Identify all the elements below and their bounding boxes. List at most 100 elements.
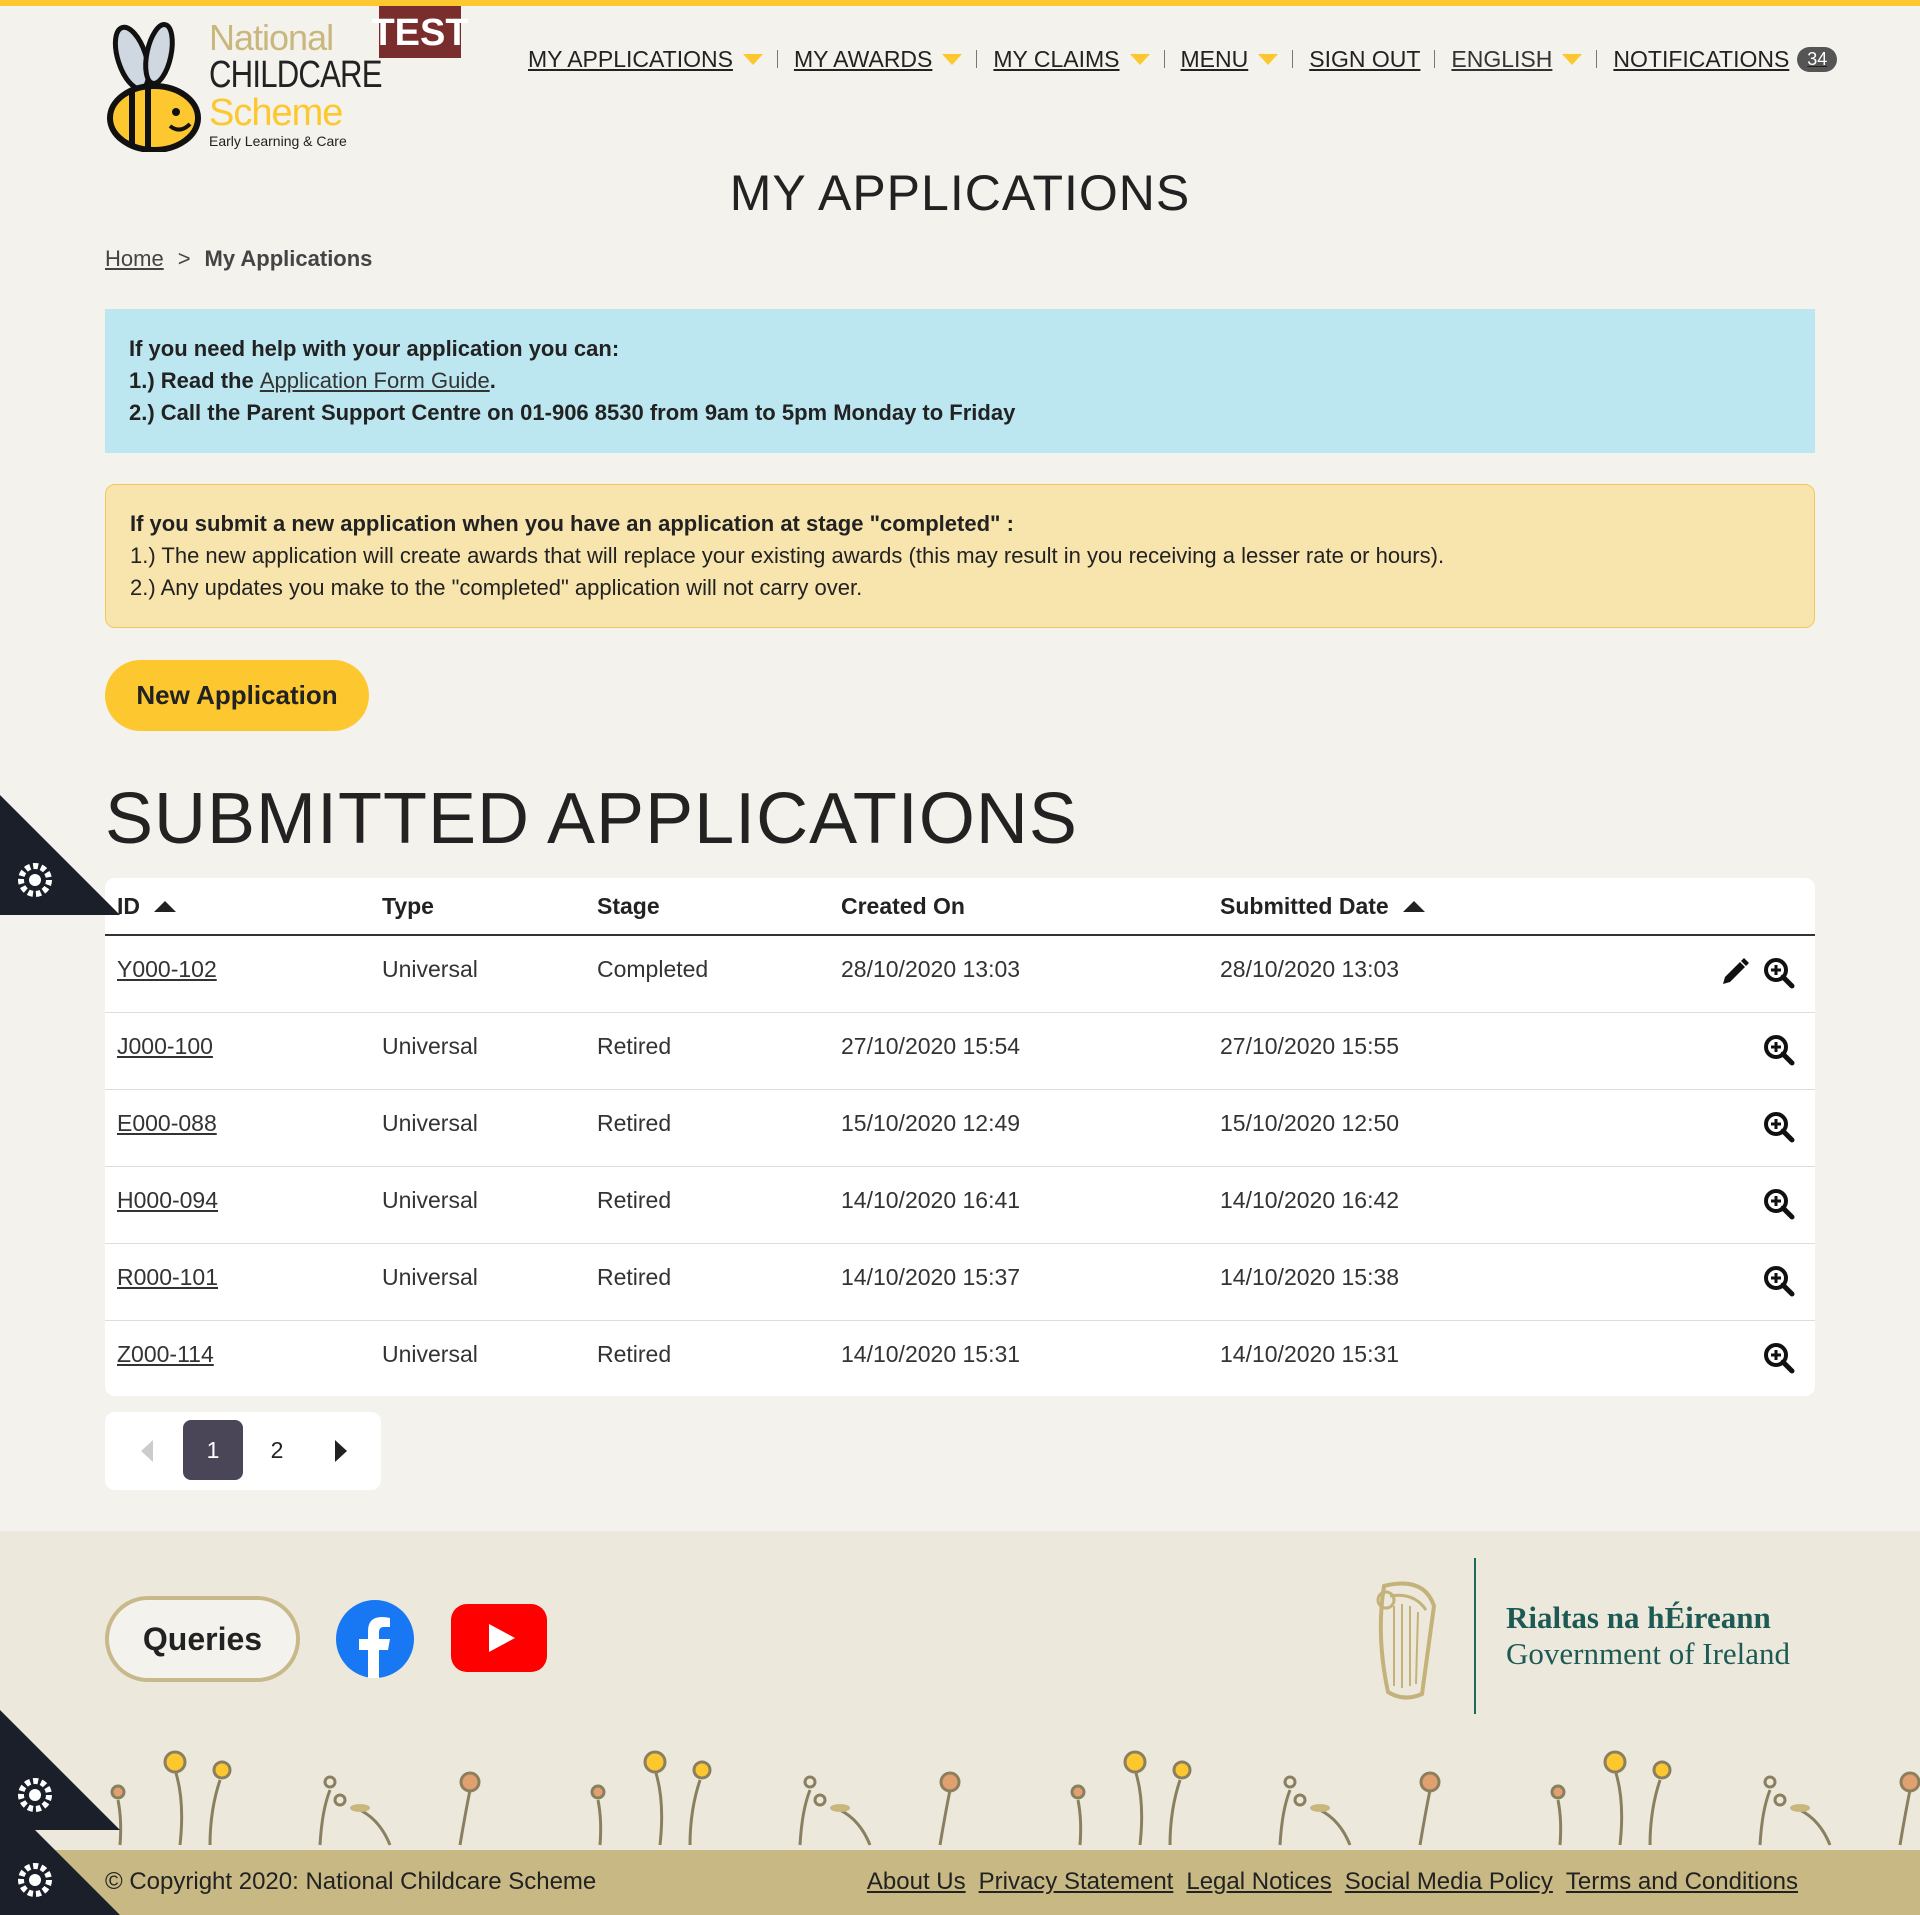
harp-icon	[1376, 1581, 1437, 1700]
application-id-link[interactable]: E000-088	[117, 1110, 217, 1136]
nav-label: MY CLAIMS	[993, 45, 1120, 72]
cell-submitted: 15/10/2020 12:50	[1220, 1110, 1400, 1136]
nav-label: ENGLISH	[1451, 45, 1553, 72]
applications-table: ID Type Stage Created On Submitted Date …	[105, 878, 1815, 1396]
caret-down-icon	[1129, 53, 1150, 65]
application-id-link[interactable]: R000-101	[117, 1264, 218, 1290]
footer-link-privacy-statement[interactable]: Privacy Statement	[979, 1868, 1174, 1896]
cell-created: 14/10/2020 16:41	[841, 1187, 1021, 1213]
footer-link-terms-and-conditions[interactable]: Terms and Conditions	[1566, 1868, 1798, 1896]
zoom-view-icon[interactable]	[1762, 1033, 1796, 1067]
nav-label: MY AWARDS	[793, 45, 933, 72]
breadcrumb-home-link[interactable]: Home	[105, 246, 164, 272]
breadcrumb-current: My Applications	[204, 246, 373, 271]
cell-submitted: 27/10/2020 15:55	[1220, 1033, 1400, 1059]
help-line-1: 1.) Read the Application Form Guide.	[129, 365, 1791, 397]
table-row: J000-100 Universal Retired 27/10/2020 15:54…	[105, 1013, 1815, 1090]
footer-links: About Us Privacy Statement Legal Notices…	[867, 1868, 1798, 1896]
page-2-button[interactable]: 2	[247, 1420, 307, 1480]
pagination: 1 2	[105, 1412, 381, 1490]
help-line-1-suffix: .	[489, 368, 496, 393]
cell-created: 14/10/2020 15:37	[841, 1264, 1021, 1290]
footer-link-social-media-policy[interactable]: Social Media Policy	[1345, 1868, 1553, 1896]
cookie-settings-icon[interactable]	[0, 1795, 120, 1915]
cell-submitted: 14/10/2020 15:31	[1220, 1341, 1400, 1367]
sort-ascending-icon	[154, 901, 176, 912]
table-row: Z000-114 Universal Retired 14/10/2020 15:31…	[105, 1321, 1815, 1398]
nav-label: MY APPLICATIONS	[528, 45, 733, 72]
ncs-logo[interactable]: National CHILDCARE Scheme Early Learning…	[104, 20, 383, 155]
gov-logo-divider	[1474, 1558, 1476, 1714]
zoom-view-icon[interactable]	[1762, 1110, 1796, 1144]
table-row: R000-101 Universal Retired 14/10/2020 15:37…	[105, 1244, 1815, 1321]
facebook-icon[interactable]	[336, 1600, 414, 1678]
application-id-link[interactable]: J000-100	[117, 1033, 213, 1059]
nav-sign-out[interactable]: SIGN OUT	[1309, 46, 1420, 73]
zoom-view-icon[interactable]	[1762, 1341, 1796, 1375]
cell-submitted: 14/10/2020 16:42	[1220, 1187, 1400, 1213]
government-of-ireland-logo: Rialtas na hÉireann Government of Irelan…	[1360, 1558, 1820, 1718]
application-form-guide-link[interactable]: Application Form Guide	[260, 368, 490, 393]
table-row: Y000-102 Universal Completed 28/10/2020 13:…	[105, 936, 1815, 1013]
cell-type: Universal	[382, 1187, 478, 1213]
table-row: H000-094 Universal Retired 14/10/2020 16:41…	[105, 1167, 1815, 1244]
logo-subtitle: Early Learning & Care	[209, 133, 347, 149]
column-header-created-on[interactable]: Created On	[841, 878, 965, 935]
page-1-button[interactable]: 1	[183, 1420, 243, 1480]
warning-line-1: 1.) The new application will create awar…	[130, 543, 1445, 568]
zoom-view-icon[interactable]	[1762, 1264, 1796, 1298]
cell-id: Y000-102	[117, 956, 217, 983]
column-header-label: ID	[117, 893, 140, 919]
youtube-icon[interactable]	[451, 1604, 547, 1672]
cell-type: Universal	[382, 1110, 478, 1136]
nav-menu[interactable]: MENU	[1181, 46, 1279, 73]
application-id-link[interactable]: Z000-114	[117, 1341, 214, 1367]
caret-down-icon	[1258, 53, 1279, 65]
environment-badge: TEST	[371, 6, 469, 58]
queries-button[interactable]: Queries	[105, 1596, 300, 1682]
cell-type: Universal	[382, 1264, 478, 1290]
notifications-count-badge: 34	[1797, 46, 1838, 72]
nav-my-applications[interactable]: MY APPLICATIONS	[528, 46, 763, 73]
column-header-type[interactable]: Type	[382, 878, 434, 935]
column-header-label: Type	[382, 893, 434, 919]
column-header-stage[interactable]: Stage	[597, 878, 660, 935]
nav-label: NOTIFICATIONS	[1613, 45, 1790, 72]
cookie-settings-icon[interactable]	[0, 795, 120, 915]
nav-label: MENU	[1180, 45, 1249, 72]
help-heading: If you need help with your application y…	[129, 336, 620, 361]
cell-id: E000-088	[117, 1110, 217, 1137]
application-id-link[interactable]: Y000-102	[117, 956, 217, 982]
column-header-label: Stage	[597, 893, 660, 919]
footer-link-about-us[interactable]: About Us	[867, 1868, 966, 1896]
table-row: E000-088 Universal Retired 15/10/2020 12:49…	[105, 1090, 1815, 1167]
nav-notifications[interactable]: NOTIFICATIONS 34	[1613, 45, 1838, 73]
column-header-id[interactable]: ID	[117, 878, 176, 935]
warning-line-2: 2.) Any updates you make to the "complet…	[130, 575, 863, 600]
nav-divider	[1163, 50, 1165, 68]
footer-link-legal-notices[interactable]: Legal Notices	[1186, 1868, 1331, 1896]
previous-page-icon	[141, 1440, 153, 1462]
zoom-view-icon[interactable]	[1762, 1187, 1796, 1221]
next-page-icon[interactable]	[335, 1440, 347, 1462]
column-header-submitted-date[interactable]: Submitted Date	[1220, 878, 1425, 935]
application-id-link[interactable]: H000-094	[117, 1187, 218, 1213]
cell-stage: Retired	[597, 1264, 672, 1290]
zoom-view-icon[interactable]	[1762, 956, 1796, 990]
nav-divider	[1434, 50, 1436, 68]
nav-my-awards[interactable]: MY AWARDS	[793, 45, 963, 73]
nav-my-claims[interactable]: MY CLAIMS	[993, 45, 1150, 73]
cell-created: 28/10/2020 13:03	[841, 956, 1021, 982]
cell-stage: Retired	[597, 1033, 672, 1059]
cell-type: Universal	[382, 956, 478, 982]
nav-language[interactable]: ENGLISH	[1451, 45, 1583, 73]
footer-flowers-decoration	[110, 1750, 1920, 1846]
cell-id: Z000-114	[117, 1341, 214, 1368]
edit-pencil-icon[interactable]	[1717, 956, 1751, 990]
new-application-button[interactable]: New Application	[105, 660, 369, 731]
page-title: MY APPLICATIONS	[729, 165, 1191, 221]
caret-down-icon	[1562, 53, 1583, 65]
cell-stage: Completed	[597, 956, 709, 982]
warning-heading: If you submit a new application when you…	[130, 511, 1014, 536]
column-header-label: Submitted Date	[1220, 893, 1389, 919]
